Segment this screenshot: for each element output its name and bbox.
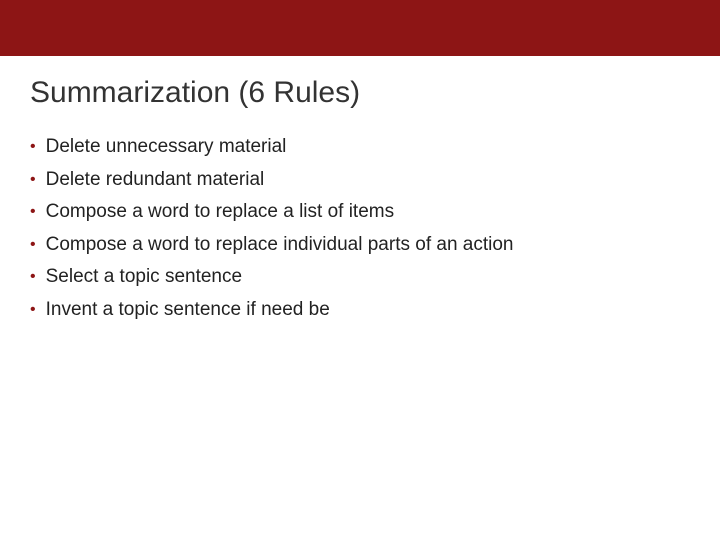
slide-title: Summarization (6 Rules) [30, 76, 690, 110]
list-item: • Delete redundant material [30, 167, 690, 194]
header-bar [0, 0, 720, 56]
bullet-text: Compose a word to replace individual par… [46, 232, 690, 259]
bullet-icon: • [30, 264, 36, 290]
bullet-list: • Delete unnecessary material • Delete r… [30, 134, 690, 324]
list-item: • Compose a word to replace individual p… [30, 232, 690, 259]
bullet-text: Select a topic sentence [46, 264, 690, 291]
list-item: • Compose a word to replace a list of it… [30, 199, 690, 226]
bullet-icon: • [30, 297, 36, 323]
list-item: • Select a topic sentence [30, 264, 690, 291]
bullet-icon: • [30, 199, 36, 225]
bullet-text: Compose a word to replace a list of item… [46, 199, 690, 226]
bullet-text: Invent a topic sentence if need be [46, 297, 690, 324]
bullet-text: Delete unnecessary material [46, 134, 690, 161]
list-item: • Delete unnecessary material [30, 134, 690, 161]
bullet-icon: • [30, 167, 36, 193]
bullet-icon: • [30, 232, 36, 258]
list-item: • Invent a topic sentence if need be [30, 297, 690, 324]
slide-content: Summarization (6 Rules) • Delete unneces… [0, 56, 720, 350]
bullet-icon: • [30, 134, 36, 160]
bullet-text: Delete redundant material [46, 167, 690, 194]
